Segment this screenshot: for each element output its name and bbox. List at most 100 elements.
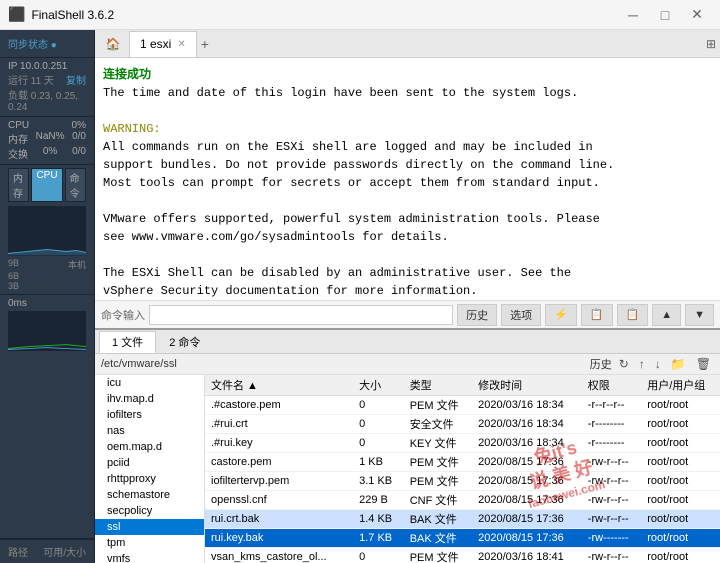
tab-close-button[interactable]: ✕: [177, 39, 185, 50]
table-row[interactable]: rui.key.bak1.7 KBBAK 文件2020/08/15 17:36-…: [205, 529, 720, 548]
new-folder-icon[interactable]: 📁: [668, 356, 689, 372]
minimize-button[interactable]: ─: [618, 0, 648, 30]
table-row[interactable]: openssl.cnf229 BCNF 文件2020/08/15 17:36-r…: [205, 491, 720, 510]
table-row[interactable]: rui.crt.bak1.4 KBBAK 文件2020/08/15 17:36-…: [205, 510, 720, 529]
content-wrapper: 🏠 1 esxi ✕ + ⊞ 连接成功 The time and date of…: [95, 30, 720, 563]
file-cell-0-1: 0: [353, 396, 404, 415]
file-cell-1-1: 0: [353, 415, 404, 434]
sidebar-sync-status: 同步状态 ●: [0, 30, 94, 58]
file-cell-7-2: BAK 文件: [404, 529, 472, 548]
tab-files[interactable]: 1 文件: [99, 331, 156, 353]
down-button[interactable]: ▼: [685, 304, 714, 326]
title-bar-left: ⬛ FinalShell 3.6.2: [8, 6, 114, 23]
memory-value: NaN%: [36, 131, 65, 146]
sidebar-ip: IP 10.0.0.251: [8, 61, 86, 72]
command-input[interactable]: [149, 305, 453, 325]
graph-label-6b: 6B: [8, 271, 19, 281]
copy-btn[interactable]: 复制: [66, 72, 86, 87]
col-modified[interactable]: 修改时间: [472, 375, 582, 396]
table-row[interactable]: .#castore.pem0PEM 文件2020/03/16 18:34-r--…: [205, 396, 720, 415]
refresh-icon[interactable]: ↻: [616, 356, 632, 372]
tree-item-tpm[interactable]: tpm: [95, 535, 204, 551]
file-history-btn[interactable]: 历史: [590, 356, 612, 372]
col-owner[interactable]: 用户/用户组: [641, 375, 720, 396]
file-cell-0-0: .#castore.pem: [205, 396, 353, 415]
tab-commands[interactable]: 2 命令: [156, 331, 213, 353]
sidebar-bottom: 路径 可用/大小: [0, 539, 94, 563]
copy-button[interactable]: 📋: [581, 304, 613, 326]
col-name[interactable]: 文件名 ▲: [205, 375, 353, 396]
download-icon[interactable]: ↓: [652, 356, 664, 372]
app-icon: ⬛: [8, 6, 25, 23]
up-button[interactable]: ▲: [652, 304, 681, 326]
tab-bar: 🏠 1 esxi ✕ + ⊞: [95, 30, 720, 58]
file-cell-4-2: PEM 文件: [404, 472, 472, 491]
tab-cpu[interactable]: CPU: [31, 168, 62, 202]
upload-icon[interactable]: ↑: [636, 356, 648, 372]
maximize-button[interactable]: □: [650, 0, 680, 30]
history-button[interactable]: 历史: [457, 304, 497, 326]
col-size[interactable]: 大小: [353, 375, 404, 396]
col-perm[interactable]: 权限: [582, 375, 641, 396]
file-cell-8-3: 2020/03/16 18:41: [472, 548, 582, 563]
tree-item-iofilters[interactable]: iofilters: [95, 407, 204, 423]
output-line-3: WARNING:: [103, 120, 712, 138]
output-line-7: [103, 192, 712, 210]
tree-item-rhttpproxy[interactable]: rhttpproxy: [95, 471, 204, 487]
tab-esxi[interactable]: 1 esxi ✕: [129, 31, 197, 57]
table-row[interactable]: vsan_kms_castore_ol...0PEM 文件2020/03/16 …: [205, 548, 720, 563]
file-content: icu ihv.map.d iofilters nas oem.map.d pc…: [95, 375, 720, 563]
tree-item-pciid[interactable]: pciid: [95, 455, 204, 471]
file-cell-0-5: root/root: [641, 396, 720, 415]
file-cell-2-2: KEY 文件: [404, 434, 472, 453]
sidebar: 同步状态 ● IP 10.0.0.251 运行 11 天 复制 负载 0.23,…: [0, 30, 95, 563]
monitor-tabs: 内存 CPU 命令: [8, 168, 86, 202]
output-line-5: support bundles. Do not provide password…: [103, 156, 712, 174]
table-row[interactable]: castore.pem1 KBPEM 文件2020/08/15 17:36-rw…: [205, 453, 720, 472]
table-row[interactable]: iofiltertervp.pem3.1 KBPEM 文件2020/08/15 …: [205, 472, 720, 491]
tab-add-button[interactable]: +: [201, 36, 209, 52]
file-table-header: 文件名 ▲ 大小 类型 修改时间 权限 用户/用户组: [205, 375, 720, 396]
file-cell-1-3: 2020/03/16 18:34: [472, 415, 582, 434]
table-row[interactable]: .#rui.crt0安全文件2020/03/16 18:34-r--------…: [205, 415, 720, 434]
size-label: 可用/大小: [43, 544, 86, 559]
tree-item-oem[interactable]: oem.map.d: [95, 439, 204, 455]
tab-memory[interactable]: 内存: [8, 168, 29, 202]
file-cell-6-0: rui.crt.bak: [205, 510, 353, 529]
cpu-graph: [8, 206, 86, 256]
main-layout: 同步状态 ● IP 10.0.0.251 运行 11 天 复制 负载 0.23,…: [0, 30, 720, 563]
paste-button[interactable]: 📋: [617, 304, 649, 326]
lightning-button[interactable]: ⚡: [545, 304, 577, 326]
file-cell-2-4: -r--------: [582, 434, 641, 453]
delete-icon[interactable]: 🗑: [693, 356, 714, 372]
cpu-label: CPU: [8, 120, 29, 131]
tree-item-secpolicy[interactable]: secpolicy: [95, 503, 204, 519]
tab-command[interactable]: 命令: [65, 168, 86, 202]
file-cell-8-2: PEM 文件: [404, 548, 472, 563]
file-cell-4-5: root/root: [641, 472, 720, 491]
file-cell-1-4: -r--------: [582, 415, 641, 434]
tree-item-icu[interactable]: icu: [95, 375, 204, 391]
memory-slash: 0/0: [72, 131, 86, 146]
tree-item-schemastore[interactable]: schemastore: [95, 487, 204, 503]
file-cell-3-3: 2020/08/15 17:36: [472, 453, 582, 472]
file-tree: icu ihv.map.d iofilters nas oem.map.d pc…: [95, 375, 205, 563]
file-cell-7-3: 2020/08/15 17:36: [472, 529, 582, 548]
tree-item-nas[interactable]: nas: [95, 423, 204, 439]
option-button[interactable]: 选项: [501, 304, 541, 326]
terminal-actions: 历史 选项 ⚡ 📋 📋 ▲ ▼: [457, 304, 714, 326]
tab-grid-button[interactable]: ⊞: [706, 37, 716, 51]
col-type[interactable]: 类型: [404, 375, 472, 396]
close-button[interactable]: ✕: [682, 0, 712, 30]
file-cell-6-1: 1.4 KB: [353, 510, 404, 529]
file-cell-5-4: -rw-r--r--: [582, 491, 641, 510]
tree-item-vmfs[interactable]: vmfs: [95, 551, 204, 563]
table-row[interactable]: .#rui.key0KEY 文件2020/03/16 18:34-r------…: [205, 434, 720, 453]
file-cell-6-2: BAK 文件: [404, 510, 472, 529]
home-button[interactable]: 🏠: [99, 30, 127, 58]
output-line-2: [103, 102, 712, 120]
tree-item-ssl[interactable]: ssl: [95, 519, 204, 535]
tree-item-ihv[interactable]: ihv.map.d: [95, 391, 204, 407]
file-cell-4-3: 2020/08/15 17:36: [472, 472, 582, 491]
net-latency: 0ms: [8, 298, 27, 309]
